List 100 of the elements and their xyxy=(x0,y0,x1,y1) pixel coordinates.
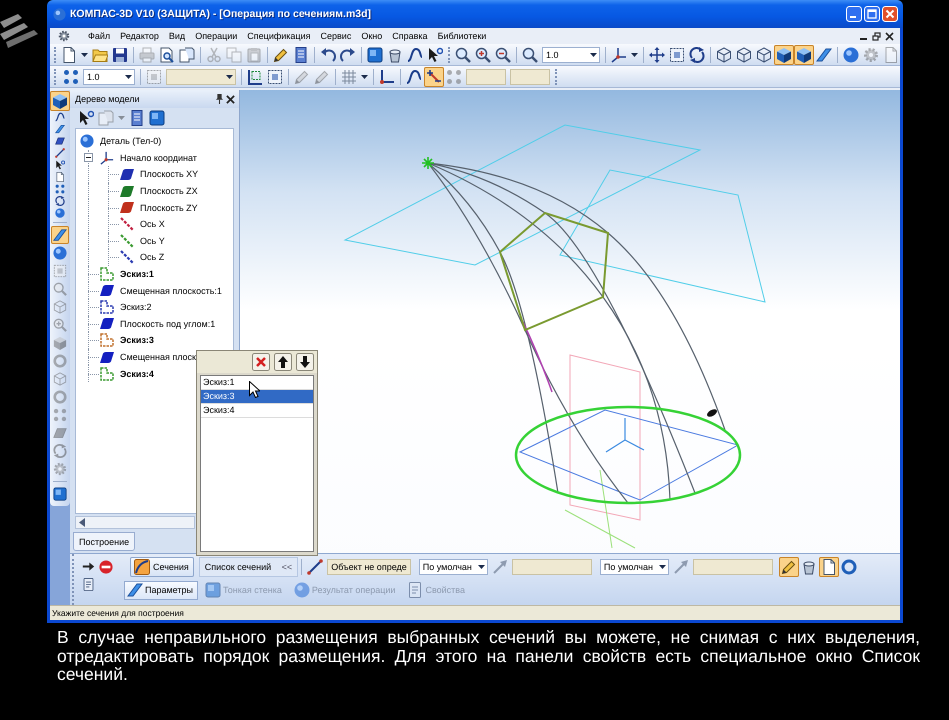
delete-icon[interactable] xyxy=(252,353,270,371)
input-field[interactable] xyxy=(692,559,773,575)
list-item[interactable]: Эскиз:4 xyxy=(201,404,313,418)
bucket-icon[interactable] xyxy=(800,559,817,575)
redo-icon[interactable] xyxy=(340,46,356,62)
cube-icon[interactable] xyxy=(794,44,814,64)
gear-icon[interactable] xyxy=(58,30,70,42)
close-icon[interactable] xyxy=(885,32,894,40)
curve-icon[interactable] xyxy=(407,46,423,62)
tree-item[interactable]: Ось Z xyxy=(140,252,164,262)
cross-arrows-icon[interactable] xyxy=(649,46,665,62)
curve-icon[interactable] xyxy=(406,68,422,84)
tree-item[interactable]: Плоскость ZY xyxy=(140,202,198,213)
menu-item[interactable]: Редактор xyxy=(115,31,164,41)
cube-icon[interactable] xyxy=(774,44,794,64)
tree-item[interactable]: Деталь (Тел-0) xyxy=(100,136,162,146)
sphere-icon[interactable] xyxy=(843,46,859,62)
sheet-icon[interactable] xyxy=(55,124,65,134)
bucket-icon[interactable] xyxy=(387,46,403,62)
direction-combo[interactable]: По умолчан xyxy=(418,559,488,575)
pin-icon[interactable] xyxy=(215,94,224,104)
caret-icon[interactable] xyxy=(81,52,88,56)
line-icon[interactable] xyxy=(55,148,65,158)
menu-item[interactable]: Сервис xyxy=(316,31,356,41)
tree-item[interactable]: Ось Y xyxy=(140,236,165,246)
sheet-icon[interactable] xyxy=(816,46,832,62)
cube-icon[interactable] xyxy=(50,91,70,111)
scrollbar[interactable] xyxy=(75,516,195,529)
notes-icon[interactable] xyxy=(82,578,95,591)
points-icon[interactable] xyxy=(55,184,65,194)
tile-icon[interactable] xyxy=(149,110,165,126)
pointer-icon[interactable] xyxy=(427,46,443,62)
ring-icon[interactable] xyxy=(840,559,857,575)
toggle-button[interactable]: Список сечений << xyxy=(198,557,298,577)
sphere-icon[interactable] xyxy=(53,246,67,260)
wireframe-cube-icon[interactable] xyxy=(736,46,752,62)
dropdown-field[interactable] xyxy=(166,68,236,84)
list-item[interactable]: Эскиз:3 xyxy=(201,390,313,404)
page-icon[interactable] xyxy=(61,46,77,62)
pointer-icon[interactable] xyxy=(55,160,65,170)
tree-item[interactable]: Ось X xyxy=(140,219,165,230)
axes-icon[interactable] xyxy=(611,46,627,62)
input-field[interactable] xyxy=(510,68,550,84)
tree-item[interactable]: Плоскость под углом:1 xyxy=(120,318,216,329)
tree-item[interactable]: Эскиз:3 xyxy=(120,335,154,346)
sphere-icon[interactable] xyxy=(53,8,66,20)
tree-item[interactable]: Начало координат xyxy=(120,152,197,163)
plane-icon[interactable] xyxy=(55,136,65,146)
wireframe-cube-icon[interactable] xyxy=(756,46,772,62)
page-icon[interactable] xyxy=(818,557,839,577)
frame-icon[interactable] xyxy=(267,68,283,84)
undo-icon[interactable] xyxy=(320,46,336,62)
sketch-icon[interactable] xyxy=(247,68,263,84)
arrow-icon[interactable] xyxy=(82,560,95,573)
frame-icon[interactable] xyxy=(669,46,685,62)
rotate-icon[interactable] xyxy=(689,46,705,62)
document-icon[interactable] xyxy=(129,110,145,126)
caret-icon[interactable] xyxy=(631,52,638,56)
menu-item[interactable]: Операции xyxy=(190,31,242,41)
menu-item[interactable]: Вид xyxy=(164,31,190,41)
tree-item[interactable]: Эскиз:2 xyxy=(120,302,152,312)
tile-icon[interactable] xyxy=(367,46,383,62)
stop-icon[interactable] xyxy=(99,560,113,574)
menu-item[interactable]: Файл xyxy=(83,31,116,41)
panel-tab[interactable]: Построение xyxy=(73,532,136,551)
scale-combo[interactable]: 1.0 xyxy=(542,46,600,62)
document-icon[interactable] xyxy=(293,46,309,62)
left-arrow-icon[interactable] xyxy=(79,518,85,527)
rotate-icon[interactable] xyxy=(55,196,65,206)
sheet-icon[interactable] xyxy=(51,226,69,244)
page-icon[interactable] xyxy=(55,172,65,182)
menu-item[interactable]: Справка xyxy=(387,31,433,41)
tree-item[interactable]: Плоскость ZX xyxy=(140,186,198,196)
direction-combo[interactable]: По умолчан xyxy=(600,559,669,575)
points-icon[interactable] xyxy=(63,68,79,84)
pencil-icon[interactable] xyxy=(273,46,289,62)
magnifier-icon[interactable] xyxy=(455,46,471,62)
menu-item[interactable]: Окно xyxy=(356,31,388,41)
line-icon[interactable] xyxy=(307,559,324,575)
input-field[interactable] xyxy=(512,559,592,575)
sections-button[interactable]: Сечения xyxy=(130,557,194,577)
input-field[interactable] xyxy=(466,68,506,84)
pointer-icon[interactable] xyxy=(78,110,94,126)
corner-icon[interactable] xyxy=(379,68,395,84)
tile-icon[interactable] xyxy=(53,487,67,501)
pages-icon[interactable] xyxy=(179,46,195,62)
magnifier-icon[interactable] xyxy=(522,46,538,62)
tree-item[interactable]: Эскиз:1 xyxy=(120,269,154,280)
tab[interactable]: Параметры xyxy=(124,580,198,600)
zoom-in-icon[interactable] xyxy=(475,46,491,62)
zoom-out-icon[interactable] xyxy=(495,46,511,62)
restore-icon[interactable] xyxy=(872,32,881,40)
collapse-icon[interactable] xyxy=(84,153,93,162)
tree-item[interactable]: Плоскость XY xyxy=(140,169,198,180)
tree-item[interactable]: Смещенная плоск xyxy=(120,352,196,362)
menu-item[interactable]: Библиотеки xyxy=(432,31,492,41)
pencil-icon[interactable] xyxy=(778,557,799,577)
menu-item[interactable]: Спецификация xyxy=(242,31,316,41)
maximize-icon[interactable] xyxy=(864,6,880,22)
plus-minus-icon[interactable] xyxy=(424,66,444,86)
